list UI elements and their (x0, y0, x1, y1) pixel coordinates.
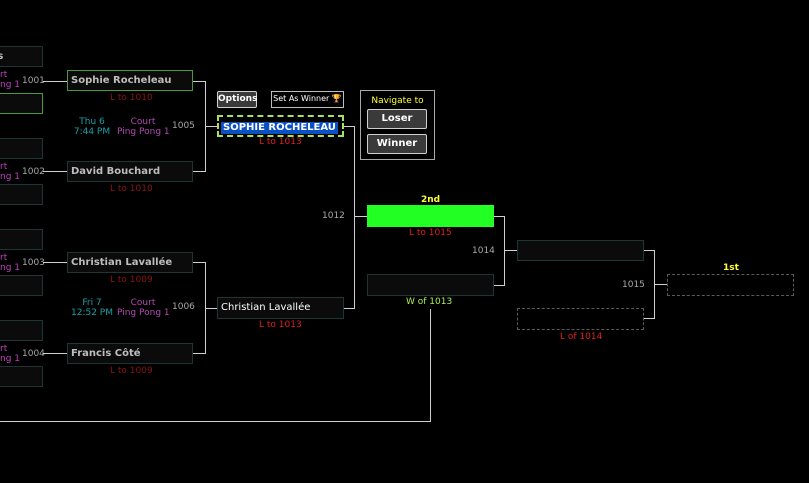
match-1006-top-slot[interactable]: Christian Lavallée (67, 252, 193, 273)
connector (644, 318, 654, 319)
set-as-winner-button[interactable]: Set As Winner 🏆 (271, 91, 344, 108)
clipped-slot-1002-top[interactable] (0, 138, 43, 159)
clipped-slot-1004-bottom[interactable] (0, 366, 43, 387)
match-1012-bottom-note: L to 1013 (259, 320, 302, 330)
clipped-court-1004: rt ng 1 (0, 344, 21, 364)
connector (654, 284, 667, 285)
match-1006-bottom-note: L to 1009 (110, 366, 153, 376)
match-1006-court: Court Ping Pong 1 (117, 298, 170, 318)
match-number-1002: 1002 (22, 167, 45, 177)
navigate-panel: Navigate to Loser Winner (360, 90, 435, 160)
connector (644, 250, 654, 251)
connector (205, 126, 217, 127)
player-name: Christian Lavallée (71, 257, 173, 268)
place-1st-label: 1st (723, 263, 739, 273)
navigate-winner-button[interactable]: Winner (367, 134, 427, 154)
player-name-selected: SOPHIE ROCHELEAU (221, 122, 338, 134)
clipped-court-1001: rt ng 1 (0, 70, 21, 90)
place-2nd-label: 2nd (421, 195, 441, 205)
clipped-slot-1003-top[interactable] (0, 229, 43, 250)
match-1005-top-note: L to 1010 (110, 93, 153, 103)
navigate-title: Navigate to (371, 96, 424, 106)
match-1015-bottom-slot[interactable] (517, 308, 644, 330)
clipped-slot-1001-bottom[interactable] (0, 93, 43, 114)
match-number-1014: 1014 (472, 246, 495, 256)
connector (344, 126, 354, 127)
connector (0, 421, 431, 422)
player-name: Sophie Rocheleau (71, 75, 172, 86)
navigate-loser-button[interactable]: Loser (367, 109, 427, 129)
match-number-1003: 1003 (22, 258, 45, 268)
clipped-slot-1003-bottom[interactable] (0, 275, 43, 296)
match-number-1006: 1006 (172, 302, 195, 312)
match-1012-top-slot[interactable]: SOPHIE ROCHELEAU (217, 115, 344, 137)
clipped-slot-top-text: is (0, 51, 3, 62)
connector (193, 353, 205, 354)
match-1015-top-slot[interactable] (517, 240, 644, 261)
match-1005-bottom-note: L to 1010 (110, 184, 153, 194)
champion-slot[interactable] (667, 274, 794, 296)
match-1014-top-slot[interactable] (367, 205, 494, 227)
clipped-slot-top[interactable]: is (0, 46, 43, 67)
match-1014-bottom-note: W of 1013 (406, 297, 453, 307)
connector (344, 308, 354, 309)
match-1005-schedule: Thu 6 7:44 PM (73, 117, 111, 137)
match-1005-court: Court Ping Pong 1 (117, 117, 170, 137)
set-as-winner-label: Set As Winner (273, 94, 330, 103)
match-number-1004: 1004 (22, 349, 45, 359)
clipped-slot-1004-top[interactable] (0, 320, 43, 341)
match-1014-top-note: L to 1015 (409, 228, 452, 238)
connector (43, 171, 67, 172)
match-1015-bottom-note: L of 1014 (560, 332, 603, 342)
connector (494, 216, 504, 217)
clipped-court-1003: rt ng 1 (0, 253, 21, 273)
clipped-slot-1002-bottom[interactable] (0, 184, 43, 205)
connector (43, 262, 67, 263)
connector (504, 216, 505, 286)
connector (494, 285, 504, 286)
connector (354, 216, 367, 217)
match-1012-bottom-slot[interactable]: Christian Lavallée (217, 297, 344, 319)
connector (205, 308, 217, 309)
match-1006-schedule: Fri 7 12:52 PM (71, 298, 113, 318)
player-name: Francis Côté (71, 348, 141, 359)
connector (193, 81, 205, 82)
match-number-1015: 1015 (622, 280, 645, 290)
match-1006-bottom-slot[interactable]: Francis Côté (67, 343, 193, 364)
connector (43, 81, 67, 82)
options-button[interactable]: Options (217, 91, 257, 108)
connector (354, 126, 355, 309)
connector (193, 171, 205, 172)
connector (504, 250, 517, 251)
connector (430, 309, 431, 422)
clipped-court-1002: rt ng 1 (0, 162, 21, 182)
player-name: David Bouchard (71, 166, 161, 177)
trophy-icon: 🏆 (331, 94, 342, 103)
connector (193, 262, 205, 263)
match-number-1001: 1001 (22, 76, 45, 86)
match-1005-bottom-slot[interactable]: David Bouchard (67, 161, 193, 182)
player-name: Christian Lavallée (221, 302, 311, 313)
match-1005-top-slot[interactable]: Sophie Rocheleau (67, 70, 193, 91)
match-number-1005: 1005 (172, 121, 195, 131)
match-1014-bottom-slot[interactable] (367, 274, 494, 296)
match-1006-top-note: L to 1009 (110, 275, 153, 285)
match-number-1012: 1012 (322, 211, 345, 221)
match-1012-top-note: L to 1013 (259, 137, 302, 147)
connector (43, 353, 67, 354)
